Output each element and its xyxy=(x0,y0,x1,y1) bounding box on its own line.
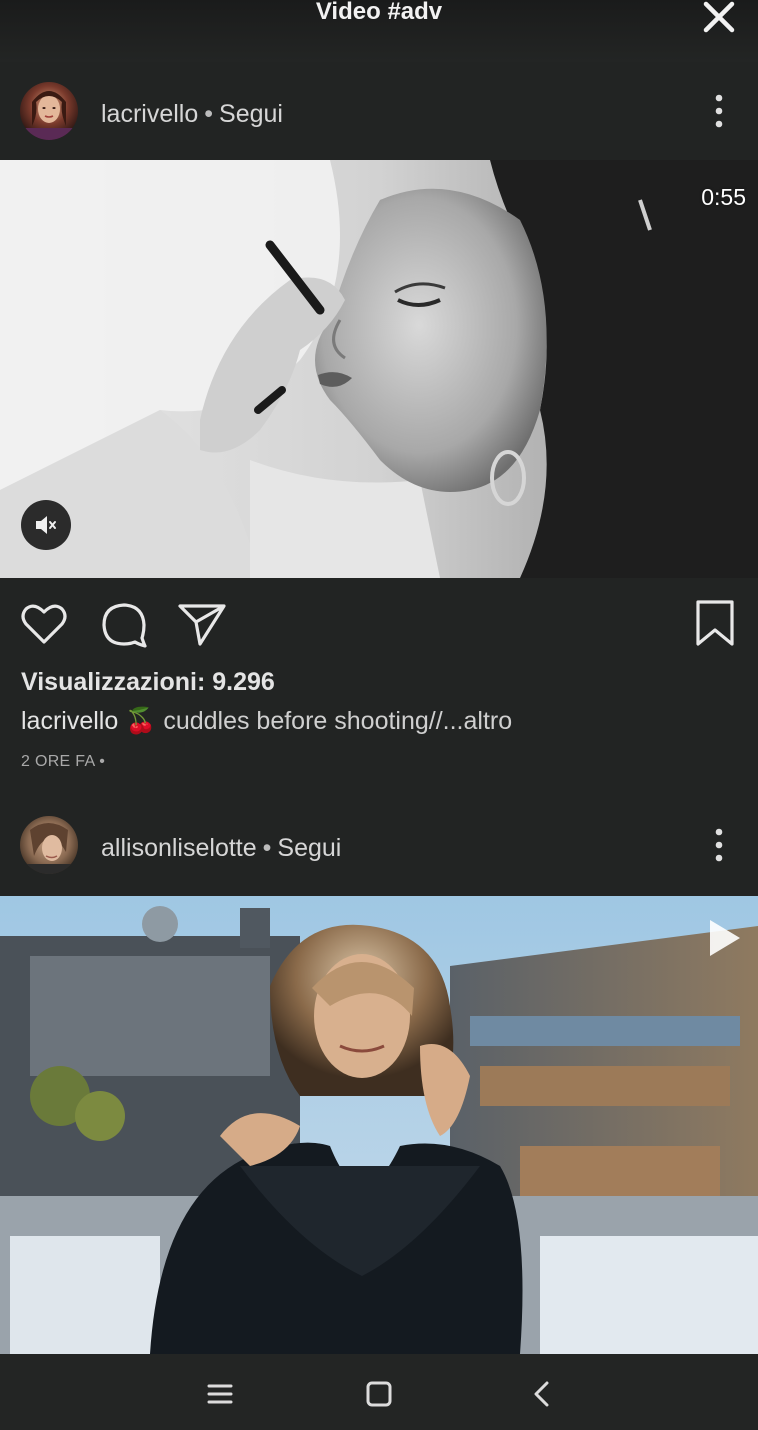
avatar[interactable] xyxy=(20,82,78,140)
separator-dot: • xyxy=(262,834,272,862)
follow-button[interactable]: Segui xyxy=(277,834,341,862)
separator-dot: • xyxy=(204,100,214,128)
post-header: lacrivello • Segui xyxy=(0,64,758,160)
post-header: allisonliselotte • Segui xyxy=(0,798,758,894)
back-icon[interactable] xyxy=(522,1374,562,1414)
username-line: lacrivello • Segui xyxy=(101,100,283,129)
video-frame xyxy=(0,160,758,578)
video-duration: 0:55 xyxy=(701,184,746,210)
post-video[interactable]: 0:55 xyxy=(0,160,758,578)
page-title: Video #adv xyxy=(315,0,443,25)
username[interactable]: lacrivello xyxy=(101,100,198,128)
more-vertical-icon[interactable] xyxy=(708,92,730,130)
post-actions xyxy=(0,580,758,670)
view-count: Visualizzazioni: 9.296 xyxy=(21,668,275,696)
close-icon[interactable] xyxy=(700,0,740,36)
system-navbar xyxy=(0,1354,758,1430)
play-icon[interactable] xyxy=(706,918,742,958)
caption-username[interactable]: lacrivello xyxy=(21,707,118,735)
heart-icon[interactable] xyxy=(18,598,70,650)
avatar[interactable] xyxy=(20,816,78,874)
cherry-emoji: 🍒 xyxy=(125,707,157,735)
home-square-icon[interactable] xyxy=(359,1374,399,1414)
post-video[interactable] xyxy=(0,896,758,1354)
caption: lacrivello 🍒 cuddles before shooting//..… xyxy=(21,707,512,736)
more-vertical-icon[interactable] xyxy=(708,826,730,864)
speaker-muted-icon[interactable] xyxy=(21,500,71,550)
caption-text[interactable]: cuddles before shooting//...altro xyxy=(163,707,512,735)
comment-icon[interactable] xyxy=(98,598,150,650)
username-line: allisonliselotte • Segui xyxy=(101,834,341,863)
post-timestamp: 2 ORE FA • xyxy=(21,753,106,770)
menu-icon[interactable] xyxy=(200,1374,240,1414)
follow-button[interactable]: Segui xyxy=(219,100,283,128)
username[interactable]: allisonliselotte xyxy=(101,834,257,862)
bookmark-icon[interactable] xyxy=(690,598,742,650)
top-bar: Video #adv xyxy=(0,0,758,62)
send-icon[interactable] xyxy=(176,598,228,650)
video-frame xyxy=(0,896,758,1354)
